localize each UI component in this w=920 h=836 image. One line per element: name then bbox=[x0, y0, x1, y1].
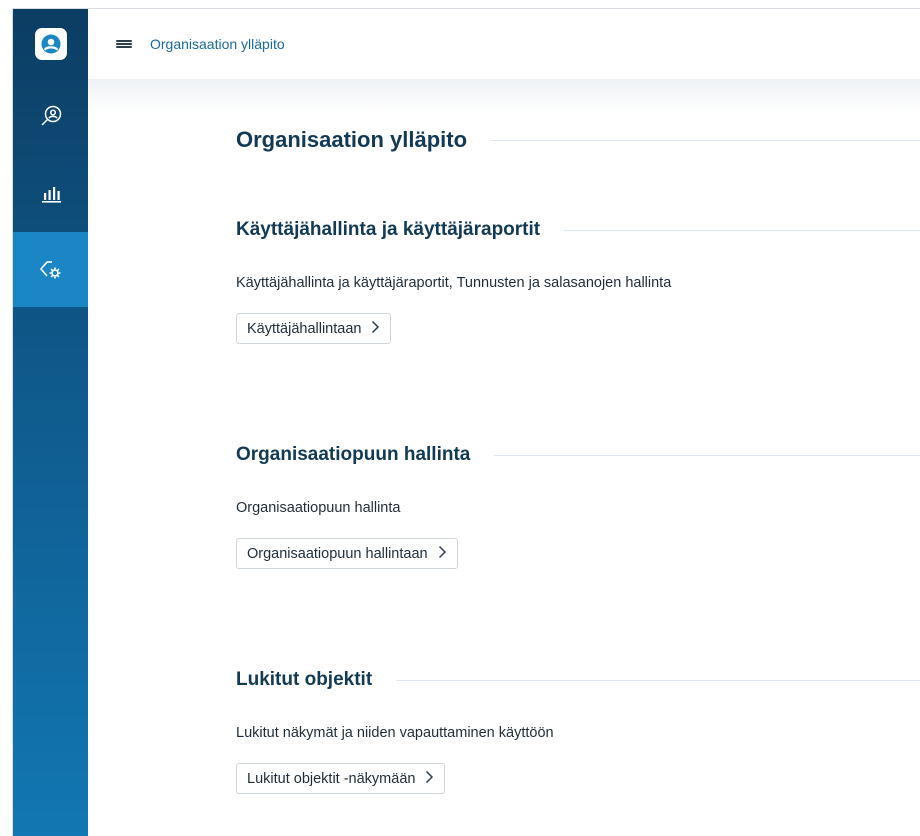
sidebar-item-organisation-admin[interactable] bbox=[13, 232, 88, 307]
divider bbox=[396, 679, 920, 681]
app-logo[interactable] bbox=[13, 9, 88, 79]
chevron-right-icon bbox=[371, 320, 380, 338]
chevron-right-icon bbox=[425, 770, 434, 788]
button-label: Organisaatiopuun hallintaan bbox=[247, 545, 428, 562]
sidebar bbox=[13, 9, 88, 836]
section-locked-objects: Lukitut objektit Lukitut näkymät ja niid… bbox=[236, 669, 920, 794]
logo-icon bbox=[34, 28, 67, 60]
app-window: Organisaation ylläpito Organisaation yll… bbox=[12, 8, 920, 836]
button-label: Lukitut objektit -näkymään bbox=[247, 770, 416, 787]
top-bar: Organisaation ylläpito bbox=[88, 9, 920, 79]
search-user-icon bbox=[38, 104, 64, 130]
section-title-row: Käyttäjähallinta ja käyttäjäraportit bbox=[236, 219, 920, 241]
menu-icon[interactable] bbox=[116, 37, 132, 51]
button-label: Käyttäjähallintaan bbox=[247, 320, 362, 337]
section-org-tree: Organisaatiopuun hallinta Organisaatiopu… bbox=[236, 444, 920, 569]
page-title-row: Organisaation ylläpito bbox=[236, 127, 920, 153]
section-description: Käyttäjähallinta ja käyttäjäraportit, Tu… bbox=[236, 275, 672, 291]
page-title: Organisaation ylläpito bbox=[236, 127, 468, 152]
settings-tag-icon bbox=[37, 256, 65, 284]
user-management-button[interactable]: Käyttäjähallintaan bbox=[236, 313, 392, 344]
section-title-row: Lukitut objektit bbox=[236, 669, 920, 691]
divider bbox=[491, 139, 920, 141]
sidebar-item-search[interactable] bbox=[13, 79, 88, 154]
breadcrumb[interactable]: Organisaation ylläpito bbox=[150, 36, 285, 52]
section-title: Organisaatiopuun hallinta bbox=[236, 444, 471, 465]
locked-objects-button[interactable]: Lukitut objektit -näkymään bbox=[236, 763, 446, 794]
section-title-row: Organisaatiopuun hallinta bbox=[236, 444, 920, 466]
section-description: Lukitut näkymät ja niiden vapauttaminen … bbox=[236, 725, 554, 741]
divider bbox=[564, 229, 920, 231]
section-title: Lukitut objektit bbox=[236, 669, 373, 690]
org-tree-button[interactable]: Organisaatiopuun hallintaan bbox=[236, 538, 458, 569]
divider bbox=[494, 454, 920, 456]
bar-chart-icon bbox=[38, 181, 64, 207]
section-user-management: Käyttäjähallinta ja käyttäjäraportit Käy… bbox=[236, 219, 920, 344]
sidebar-item-reports[interactable] bbox=[13, 156, 88, 231]
main-content: Organisaation ylläpito Käyttäjähallinta … bbox=[88, 79, 920, 836]
section-description: Organisaatiopuun hallinta bbox=[236, 500, 401, 516]
section-title: Käyttäjähallinta ja käyttäjäraportit bbox=[236, 219, 541, 240]
chevron-right-icon bbox=[438, 545, 447, 563]
